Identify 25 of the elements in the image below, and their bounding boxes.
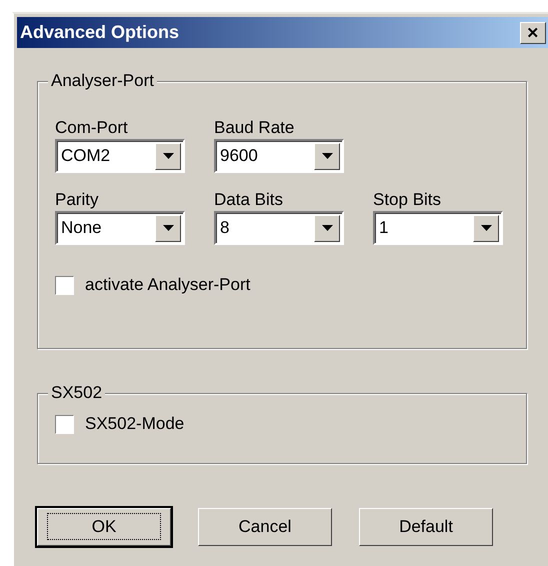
field-label: Com-Port: [55, 118, 129, 138]
field-label: Data Bits: [214, 190, 284, 210]
caret-icon: [155, 142, 181, 170]
dialog-button[interactable]: Default: [359, 508, 493, 546]
field-label: Parity: [55, 190, 100, 210]
dialog-button[interactable]: OK: [37, 508, 171, 546]
field-label: Stop Bits: [373, 190, 442, 210]
caret-icon: [155, 214, 181, 242]
dropdown[interactable]: None: [55, 211, 185, 245]
dropdown[interactable]: COM2: [55, 139, 185, 173]
group-title: Analyser-Port: [48, 71, 157, 91]
dialog-button[interactable]: Cancel: [198, 508, 332, 546]
checkbox[interactable]: [55, 276, 74, 294]
caret-icon: [473, 214, 499, 242]
checkbox[interactable]: [55, 414, 74, 434]
dropdown[interactable]: 9600: [214, 139, 344, 173]
close-button[interactable]: ✕: [520, 22, 546, 44]
dropdown[interactable]: 8: [214, 211, 344, 245]
caret-icon: [314, 142, 340, 170]
dropdown[interactable]: 1: [373, 211, 503, 245]
checkbox-label: activate Analyser-Port: [85, 275, 250, 295]
window-title: Advanced Options: [20, 22, 180, 43]
field-label: Baud Rate: [214, 118, 296, 138]
checkbox-label: SX502-Mode: [85, 414, 184, 434]
caret-icon: [314, 214, 340, 242]
